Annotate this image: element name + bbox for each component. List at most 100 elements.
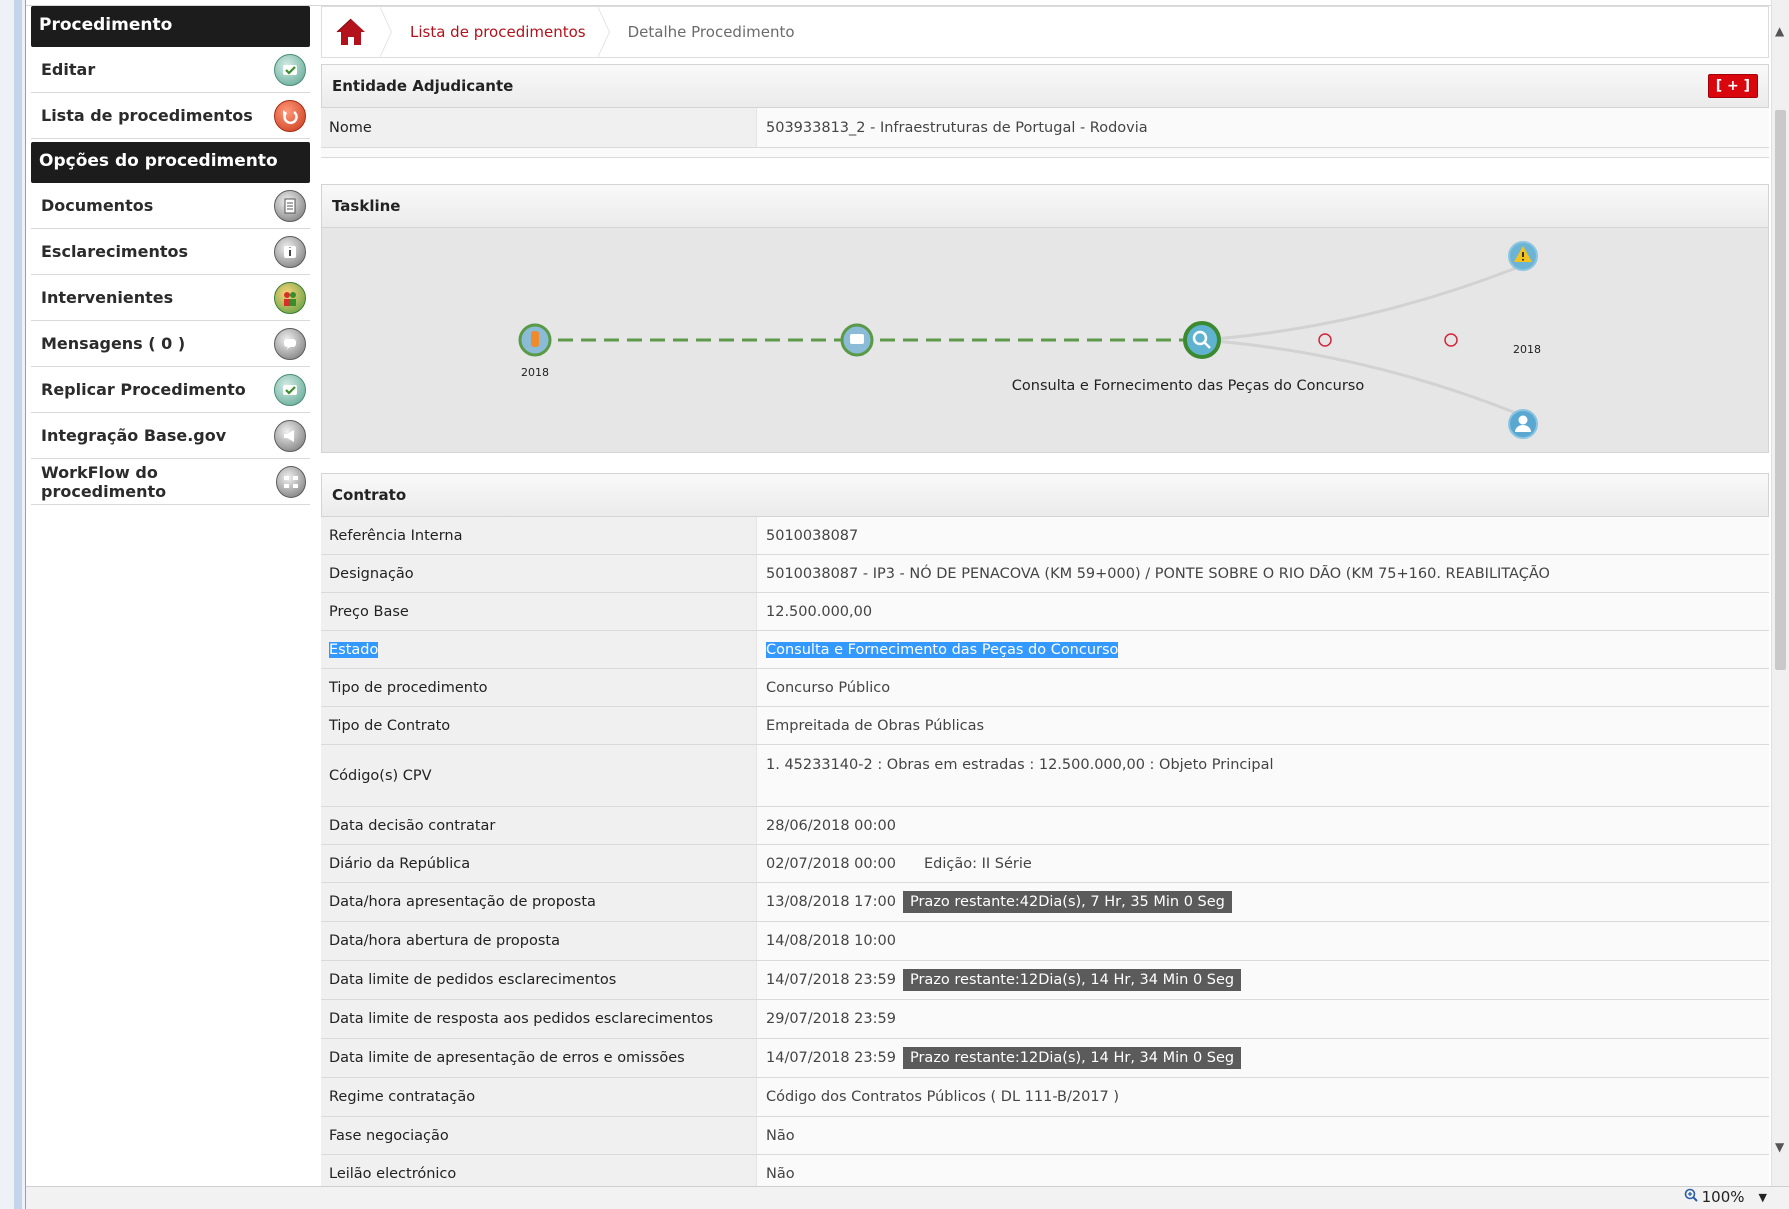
row-value: 12.500.000,00 — [756, 593, 1769, 630]
row-label: Data/hora apresentação de proposta — [321, 883, 756, 921]
section-title: Taskline — [332, 197, 401, 215]
breadcrumb-separator — [596, 6, 614, 58]
window-left-edge — [0, 0, 26, 1209]
contrato-row-abertura-proposta: Data/hora abertura de proposta 14/08/201… — [321, 922, 1769, 961]
row-value: 13/08/2018 17:00 Prazo restante:42Dia(s)… — [756, 883, 1769, 921]
scroll-down-icon[interactable]: ▼ — [1775, 1140, 1784, 1154]
date-value: 13/08/2018 17:00 — [766, 894, 896, 910]
sidebar-item-label: WorkFlow do procedimento — [41, 462, 167, 501]
contrato-row-limite-resposta: Data limite de resposta aos pedidos escl… — [321, 1000, 1769, 1039]
section-contrato: Contrato — [321, 473, 1769, 517]
expand-button[interactable]: [ + ] — [1707, 74, 1758, 98]
contrato-row-data-decisao: Data decisão contratar 28/06/2018 00:00 — [321, 807, 1769, 845]
zoom-control[interactable]: 100% ▼ — [1684, 1188, 1767, 1206]
selected-text: Consulta e Fornecimento das Peças do Con… — [766, 641, 1119, 658]
row-value: 14/07/2018 23:59 Prazo restante:12Dia(s)… — [756, 1039, 1769, 1077]
contrato-row-preco-base: Preço Base 12.500.000,00 — [321, 593, 1769, 631]
scrollbar-thumb[interactable] — [1775, 110, 1786, 670]
breadcrumb: Lista de procedimentos Detalhe Procedime… — [321, 6, 1769, 58]
sidebar-item-label: Lista de procedimentos — [41, 106, 253, 125]
row-value: 503933813_2 - Infraestruturas de Portuga… — [756, 108, 1769, 147]
sidebar-item-documentos[interactable]: Documentos — [31, 183, 310, 229]
row-label: Nome — [321, 108, 756, 147]
row-value: Empreitada de Obras Públicas — [756, 707, 1769, 744]
row-label: Estado — [321, 631, 756, 668]
contrato-row-diario-republica: Diário da República 02/07/2018 00:00 Edi… — [321, 845, 1769, 883]
section-title: Entidade Adjudicante — [332, 77, 514, 95]
row-value: Consulta e Fornecimento das Peças do Con… — [756, 631, 1769, 668]
row-value: 02/07/2018 00:00 Edição: II Série — [756, 845, 1769, 882]
info-icon — [274, 235, 306, 268]
breadcrumb-lista-procedimentos[interactable]: Lista de procedimentos — [410, 23, 586, 41]
section-title: Contrato — [332, 486, 407, 504]
taskline-node-current[interactable] — [1183, 321, 1221, 359]
row-value: Concurso Público — [756, 669, 1769, 706]
taskline-node-publication[interactable] — [840, 323, 874, 357]
row-label: Data limite de resposta aos pedidos escl… — [321, 1000, 756, 1038]
contrato-row-apresentacao-proposta: Data/hora apresentação de proposta 13/08… — [321, 883, 1769, 922]
sidebar: Procedimento Editar Lista de procediment… — [31, 6, 310, 505]
deadline-badge: Prazo restante:42Dia(s), 7 Hr, 35 Min 0 … — [902, 891, 1232, 913]
row-value: Não — [756, 1117, 1769, 1154]
taskline-graph: 2018 Consulta e Fornecimento das Peças d… — [321, 228, 1769, 453]
zoom-level: 100% — [1701, 1188, 1745, 1206]
people-icon — [274, 281, 306, 314]
taskline-year-left: 2018 — [521, 366, 549, 379]
taskline-node-start[interactable] — [518, 323, 552, 357]
row-label: Tipo de procedimento — [321, 669, 756, 706]
vertical-scrollbar[interactable]: ▲ ▼ — [1771, 0, 1789, 1186]
sidebar-item-integracao-base-gov[interactable]: Integração Base.gov — [31, 413, 310, 459]
scroll-up-icon[interactable]: ▲ — [1775, 24, 1784, 38]
row-value: Código dos Contratos Públicos ( DL 111-B… — [756, 1078, 1769, 1116]
section-footer — [321, 148, 1769, 158]
row-label: Data/hora abertura de proposta — [321, 922, 756, 960]
contrato-row-cpv: Código(s) CPV 1. 45233140-2 : Obras em e… — [321, 745, 1769, 807]
section-entidade-adjudicante: Entidade Adjudicante [ + ] — [321, 64, 1769, 108]
home-icon[interactable] — [334, 15, 368, 49]
contrato-row-regime: Regime contratação Código dos Contratos … — [321, 1078, 1769, 1117]
row-value: 5010038087 — [756, 517, 1769, 554]
workflow-icon — [275, 465, 306, 498]
contrato-row-designacao: Designação 5010038087 - IP3 - NÓ DE PENA… — [321, 555, 1769, 593]
edicao-text: Edição: II Série — [923, 855, 1032, 872]
zoom-icon — [1684, 1188, 1698, 1206]
taskline-pending-node — [1318, 333, 1332, 347]
date-value: 02/07/2018 00:00 — [766, 855, 896, 872]
row-label: Preço Base — [321, 593, 756, 630]
row-label: Diário da República — [321, 845, 756, 882]
row-label: Data limite de pedidos esclarecimentos — [321, 961, 756, 999]
sidebar-item-label: Integração Base.gov — [41, 426, 227, 445]
sidebar-item-replicar[interactable]: Replicar Procedimento — [31, 367, 310, 413]
sidebar-item-label: Documentos — [41, 196, 154, 215]
sidebar-item-mensagens[interactable]: Mensagens ( 0 ) — [31, 321, 310, 367]
sidebar-item-label: Intervenientes — [41, 288, 174, 307]
user-icon[interactable] — [1508, 409, 1538, 439]
warning-icon[interactable] — [1508, 241, 1538, 271]
sidebar-item-esclarecimentos[interactable]: Esclarecimentos — [31, 229, 310, 275]
sidebar-item-editar[interactable]: Editar — [31, 47, 310, 93]
contrato-row-tipo-contrato: Tipo de Contrato Empreitada de Obras Púb… — [321, 707, 1769, 745]
selected-text: Estado — [329, 641, 379, 658]
sidebar-header-opcoes: Opções do procedimento — [31, 142, 310, 183]
sidebar-item-lista-procedimentos[interactable]: Lista de procedimentos — [31, 93, 310, 139]
contrato-row-erros-omissoes: Data limite de apresentação de erros e o… — [321, 1039, 1769, 1078]
row-value: 28/06/2018 00:00 — [756, 807, 1769, 844]
sidebar-item-label: Mensagens ( 0 ) — [41, 334, 186, 353]
chevron-down-icon[interactable]: ▼ — [1759, 1191, 1767, 1204]
breadcrumb-current: Detalhe Procedimento — [627, 23, 795, 41]
row-label: Fase negociação — [321, 1117, 756, 1154]
taskline-pending-node — [1444, 333, 1458, 347]
sidebar-item-intervenientes[interactable]: Intervenientes — [31, 275, 310, 321]
documents-icon — [274, 189, 306, 222]
row-label: Regime contratação — [321, 1078, 756, 1116]
sidebar-item-label: Esclarecimentos — [41, 242, 189, 261]
row-label: Código(s) CPV — [321, 745, 756, 806]
sidebar-item-workflow[interactable]: WorkFlow do procedimento — [31, 459, 310, 505]
deadline-badge: Prazo restante:12Dia(s), 14 Hr, 34 Min 0… — [902, 1047, 1242, 1069]
megaphone-icon — [274, 419, 306, 452]
sidebar-item-label: Editar — [41, 60, 96, 79]
contrato-row-referencia: Referência Interna 5010038087 — [321, 517, 1769, 555]
sidebar-header-procedimento: Procedimento — [31, 6, 310, 47]
row-label: Data decisão contratar — [321, 807, 756, 844]
taskline-year-right: 2018 — [1513, 343, 1541, 356]
